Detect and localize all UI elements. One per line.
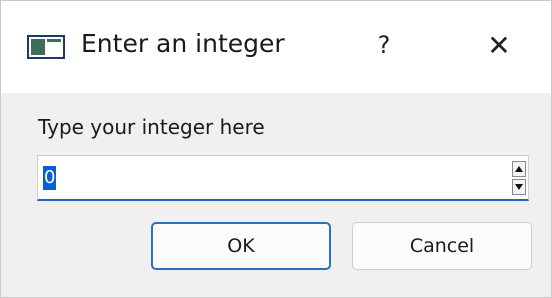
integer-input[interactable]: 0 xyxy=(43,166,57,190)
help-button[interactable]: ? xyxy=(369,25,399,65)
close-icon: ✕ xyxy=(487,29,511,62)
title-bar[interactable]: Enter an integer ? ✕ xyxy=(1,1,551,93)
close-button[interactable]: ✕ xyxy=(479,25,519,67)
help-icon: ? xyxy=(377,31,391,59)
spin-buttons xyxy=(512,161,526,195)
app-window-icon xyxy=(27,35,65,59)
ok-button-label: OK xyxy=(227,235,255,257)
window-title: Enter an integer xyxy=(81,29,285,58)
spin-down-button[interactable] xyxy=(512,179,526,195)
dialog-window: Enter an integer ? ✕ Type your integer h… xyxy=(0,0,552,298)
ok-button[interactable]: OK xyxy=(151,222,331,270)
prompt-label: Type your integer here xyxy=(38,115,265,139)
cancel-button-label: Cancel xyxy=(409,235,475,257)
spin-up-icon xyxy=(515,166,523,172)
integer-spinbox[interactable]: 0 xyxy=(37,155,529,201)
cancel-button[interactable]: Cancel xyxy=(352,222,532,270)
spin-up-button[interactable] xyxy=(512,161,526,177)
spin-down-icon xyxy=(515,184,523,190)
